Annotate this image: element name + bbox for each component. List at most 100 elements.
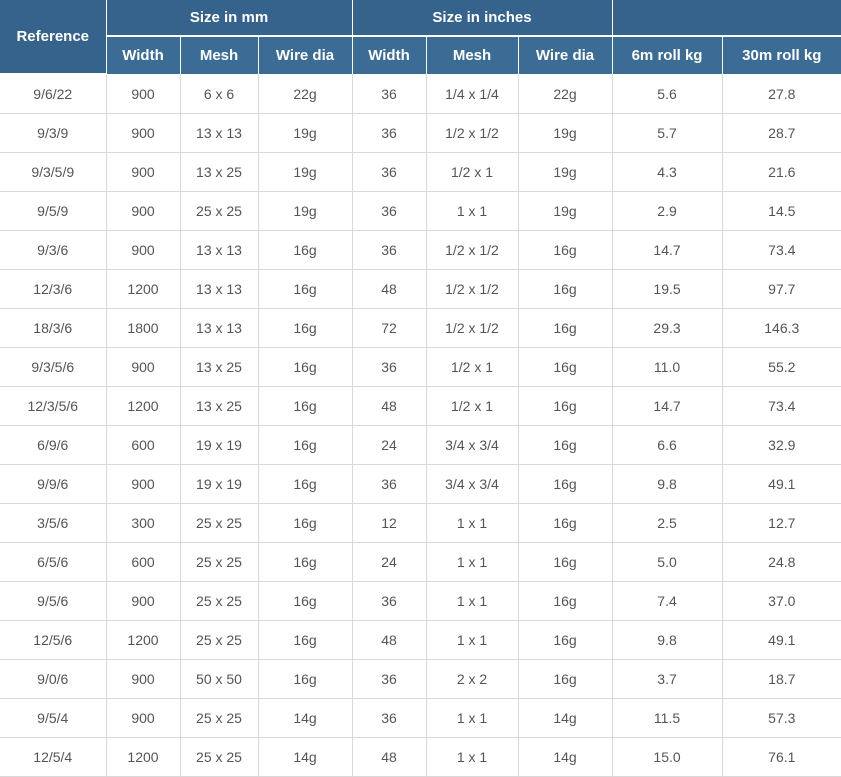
cell-wire-dia-mm: 14g	[258, 737, 353, 777]
cell-6m-roll-kg: 3.7	[612, 659, 723, 699]
cell-6m-roll-kg: 29.3	[612, 308, 723, 348]
cell-width-mm: 1200	[106, 620, 181, 660]
cell-mesh-mm: 25 x 25	[180, 503, 259, 543]
table-row: 6/9/6 600 19 x 19 16g 24 3/4 x 3/4 16g 6.6 32.9	[0, 425, 841, 465]
cell-wire-dia-in: 16g	[518, 542, 613, 582]
cell-reference: 12/5/4	[0, 737, 107, 777]
cell-width-mm: 300	[106, 503, 181, 543]
cell-30m-roll-kg: 73.4	[722, 386, 841, 426]
cell-wire-dia-in: 16g	[518, 308, 613, 348]
cell-width-mm: 900	[106, 347, 181, 387]
cell-30m-roll-kg: 28.7	[722, 113, 841, 153]
cell-wire-dia-in: 19g	[518, 113, 613, 153]
cell-wire-dia-in: 14g	[518, 737, 613, 777]
cell-30m-roll-kg: 37.0	[722, 581, 841, 621]
cell-wire-dia-in: 16g	[518, 464, 613, 504]
cell-reference: 6/9/6	[0, 425, 107, 465]
cell-6m-roll-kg: 9.8	[612, 620, 723, 660]
cell-width-mm: 900	[106, 698, 181, 738]
header-30m-roll-kg: 30m roll kg	[722, 36, 841, 74]
cell-mesh-mm: 13 x 25	[180, 347, 259, 387]
cell-wire-dia-mm: 16g	[258, 347, 353, 387]
cell-width-in: 36	[352, 659, 427, 699]
cell-width-in: 36	[352, 152, 427, 192]
cell-width-in: 12	[352, 503, 427, 543]
cell-30m-roll-kg: 32.9	[722, 425, 841, 465]
cell-reference: 9/3/5/9	[0, 152, 107, 192]
cell-6m-roll-kg: 5.0	[612, 542, 723, 582]
cell-30m-roll-kg: 49.1	[722, 620, 841, 660]
cell-wire-dia-mm: 16g	[258, 308, 353, 348]
header-mesh-in: Mesh	[426, 36, 519, 74]
cell-reference: 6/5/6	[0, 542, 107, 582]
cell-wire-dia-mm: 16g	[258, 581, 353, 621]
cell-6m-roll-kg: 4.3	[612, 152, 723, 192]
cell-wire-dia-in: 16g	[518, 347, 613, 387]
table-row: 9/5/4 900 25 x 25 14g 36 1 x 1 14g 11.5 57.3	[0, 698, 841, 738]
cell-6m-roll-kg: 6.6	[612, 425, 723, 465]
cell-reference: 18/3/6	[0, 308, 107, 348]
mesh-spec-table: Reference Size in mm Size in inches Widt…	[0, 0, 841, 777]
cell-30m-roll-kg: 12.7	[722, 503, 841, 543]
cell-mesh-mm: 13 x 25	[180, 152, 259, 192]
cell-30m-roll-kg: 97.7	[722, 269, 841, 309]
table-header: Reference Size in mm Size in inches Widt…	[0, 0, 841, 75]
cell-6m-roll-kg: 11.5	[612, 698, 723, 738]
cell-6m-roll-kg: 2.9	[612, 191, 723, 231]
cell-mesh-in: 1 x 1	[426, 737, 519, 777]
cell-mesh-in: 1/2 x 1	[426, 386, 519, 426]
cell-wire-dia-mm: 16g	[258, 542, 353, 582]
cell-30m-roll-kg: 146.3	[722, 308, 841, 348]
cell-30m-roll-kg: 21.6	[722, 152, 841, 192]
cell-mesh-mm: 25 x 25	[180, 737, 259, 777]
cell-mesh-mm: 19 x 19	[180, 464, 259, 504]
cell-width-mm: 900	[106, 581, 181, 621]
header-size-in-mm: Size in mm	[106, 0, 353, 37]
cell-wire-dia-mm: 16g	[258, 425, 353, 465]
cell-mesh-mm: 25 x 25	[180, 581, 259, 621]
cell-6m-roll-kg: 14.7	[612, 230, 723, 270]
cell-width-mm: 1800	[106, 308, 181, 348]
cell-reference: 9/3/9	[0, 113, 107, 153]
cell-reference: 9/5/6	[0, 581, 107, 621]
cell-reference: 9/3/5/6	[0, 347, 107, 387]
cell-30m-roll-kg: 73.4	[722, 230, 841, 270]
cell-6m-roll-kg: 11.0	[612, 347, 723, 387]
cell-reference: 12/3/6	[0, 269, 107, 309]
cell-mesh-in: 1 x 1	[426, 698, 519, 738]
cell-mesh-mm: 19 x 19	[180, 425, 259, 465]
cell-wire-dia-mm: 16g	[258, 464, 353, 504]
header-6m-roll-kg: 6m roll kg	[612, 36, 723, 74]
cell-mesh-in: 3/4 x 3/4	[426, 425, 519, 465]
cell-mesh-mm: 6 x 6	[180, 74, 259, 114]
cell-mesh-in: 3/4 x 3/4	[426, 464, 519, 504]
cell-6m-roll-kg: 5.6	[612, 74, 723, 114]
table-body: 9/6/22 900 6 x 6 22g 36 1/4 x 1/4 22g 5.6 27.8 9/…	[0, 74, 841, 777]
cell-width-in: 48	[352, 737, 427, 777]
table-row: 9/5/9 900 25 x 25 19g 36 1 x 1 19g 2.9 14.5	[0, 191, 841, 231]
cell-width-mm: 900	[106, 464, 181, 504]
cell-30m-roll-kg: 57.3	[722, 698, 841, 738]
table-row: 9/3/5/9 900 13 x 25 19g 36 1/2 x 1 19g 4.3 21.6	[0, 152, 841, 192]
cell-mesh-in: 1/2 x 1	[426, 347, 519, 387]
cell-width-in: 48	[352, 620, 427, 660]
header-width-in: Width	[352, 36, 427, 74]
cell-wire-dia-in: 16g	[518, 230, 613, 270]
cell-mesh-mm: 13 x 25	[180, 386, 259, 426]
header-mesh-mm: Mesh	[180, 36, 259, 74]
cell-wire-dia-mm: 16g	[258, 386, 353, 426]
cell-width-mm: 600	[106, 542, 181, 582]
table-row: 9/3/5/6 900 13 x 25 16g 36 1/2 x 1 16g 11.0 55.2	[0, 347, 841, 387]
cell-reference: 9/5/9	[0, 191, 107, 231]
cell-width-in: 72	[352, 308, 427, 348]
header-blank	[612, 0, 841, 37]
header-size-in-inches: Size in inches	[352, 0, 613, 37]
cell-reference: 12/5/6	[0, 620, 107, 660]
table-row: 3/5/6 300 25 x 25 16g 12 1 x 1 16g 2.5 12.7	[0, 503, 841, 543]
cell-width-in: 36	[352, 581, 427, 621]
cell-wire-dia-mm: 16g	[258, 620, 353, 660]
table-row: 9/3/9 900 13 x 13 19g 36 1/2 x 1/2 19g 5.7 28.7	[0, 113, 841, 153]
cell-wire-dia-mm: 16g	[258, 503, 353, 543]
cell-mesh-mm: 50 x 50	[180, 659, 259, 699]
cell-width-in: 36	[352, 347, 427, 387]
